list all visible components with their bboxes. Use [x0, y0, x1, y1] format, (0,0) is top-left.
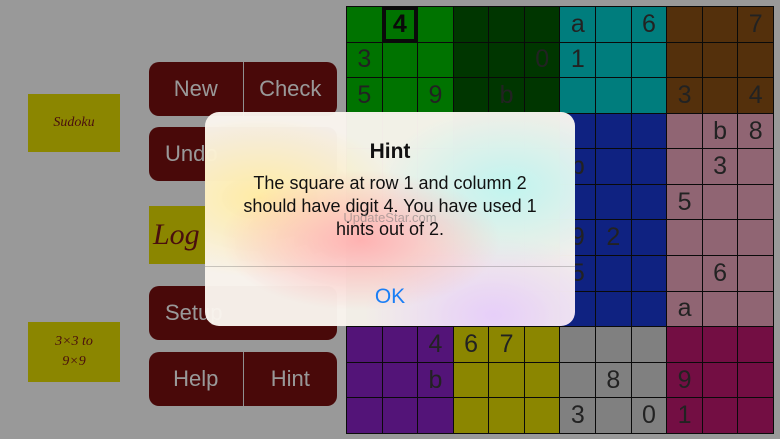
sudoku-app: Sudoku New Check Undo Log Setup 3×3 to 9… — [0, 0, 780, 439]
watermark: UpdateStar.com — [343, 210, 437, 225]
dialog-message: The square at row 1 and column 2 should … — [243, 173, 537, 239]
dialog-title: Hint — [369, 140, 411, 163]
hint-dialog: Hint The square at row 1 and column 2 sh… — [205, 112, 575, 326]
ok-button[interactable]: OK — [205, 267, 575, 326]
